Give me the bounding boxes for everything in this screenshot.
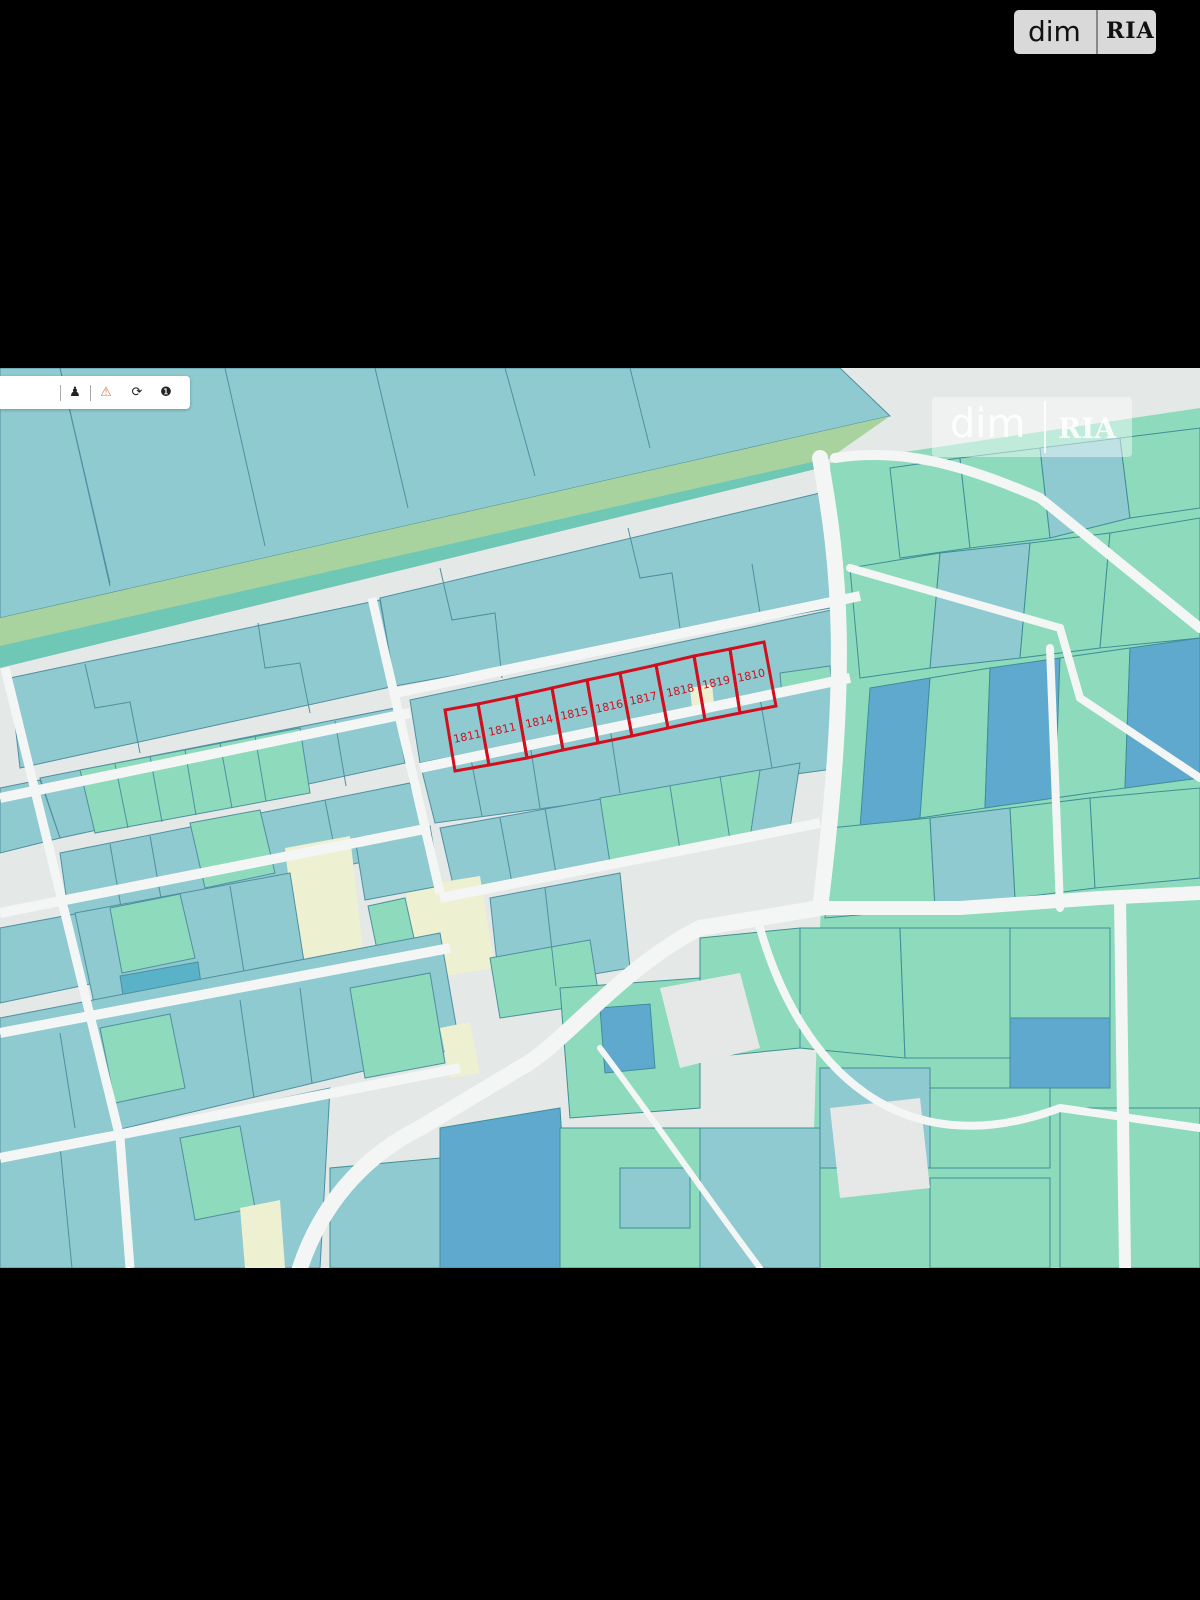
map-toolbar: ♟ ⚠ ⟳ ❶	[0, 376, 190, 409]
map-watermark: dim RIA	[932, 397, 1132, 457]
toolbar-divider	[90, 385, 91, 401]
watermark-ria-text: RIA	[1058, 412, 1117, 445]
watermark-divider	[1044, 401, 1046, 453]
refresh-icon[interactable]: ⟳	[126, 383, 148, 403]
empty-lot	[240, 1200, 285, 1268]
logo-divider	[1096, 10, 1098, 54]
parcel[interactable]	[349, 972, 446, 1079]
map-search-input[interactable]	[0, 376, 58, 409]
watermark-dim-text: dim	[950, 401, 1026, 447]
info-icon[interactable]: ❶	[155, 383, 177, 403]
pin-icon[interactable]: ♟	[64, 383, 86, 403]
dimria-logo-badge: dim RIA	[1014, 10, 1156, 54]
logo-dim-text: dim	[1028, 15, 1081, 48]
warning-icon[interactable]: ⚠	[95, 383, 117, 403]
map-canvas[interactable]: 1811 1811 1814 1815 1816 1817 1818 1819 …	[0, 368, 1200, 1268]
open-area	[830, 1098, 930, 1198]
logo-ria-text: RIA	[1106, 18, 1155, 44]
toolbar-divider	[60, 385, 61, 401]
cadastral-map[interactable]: 1811 1811 1814 1815 1816 1817 1818 1819 …	[0, 368, 1200, 1268]
